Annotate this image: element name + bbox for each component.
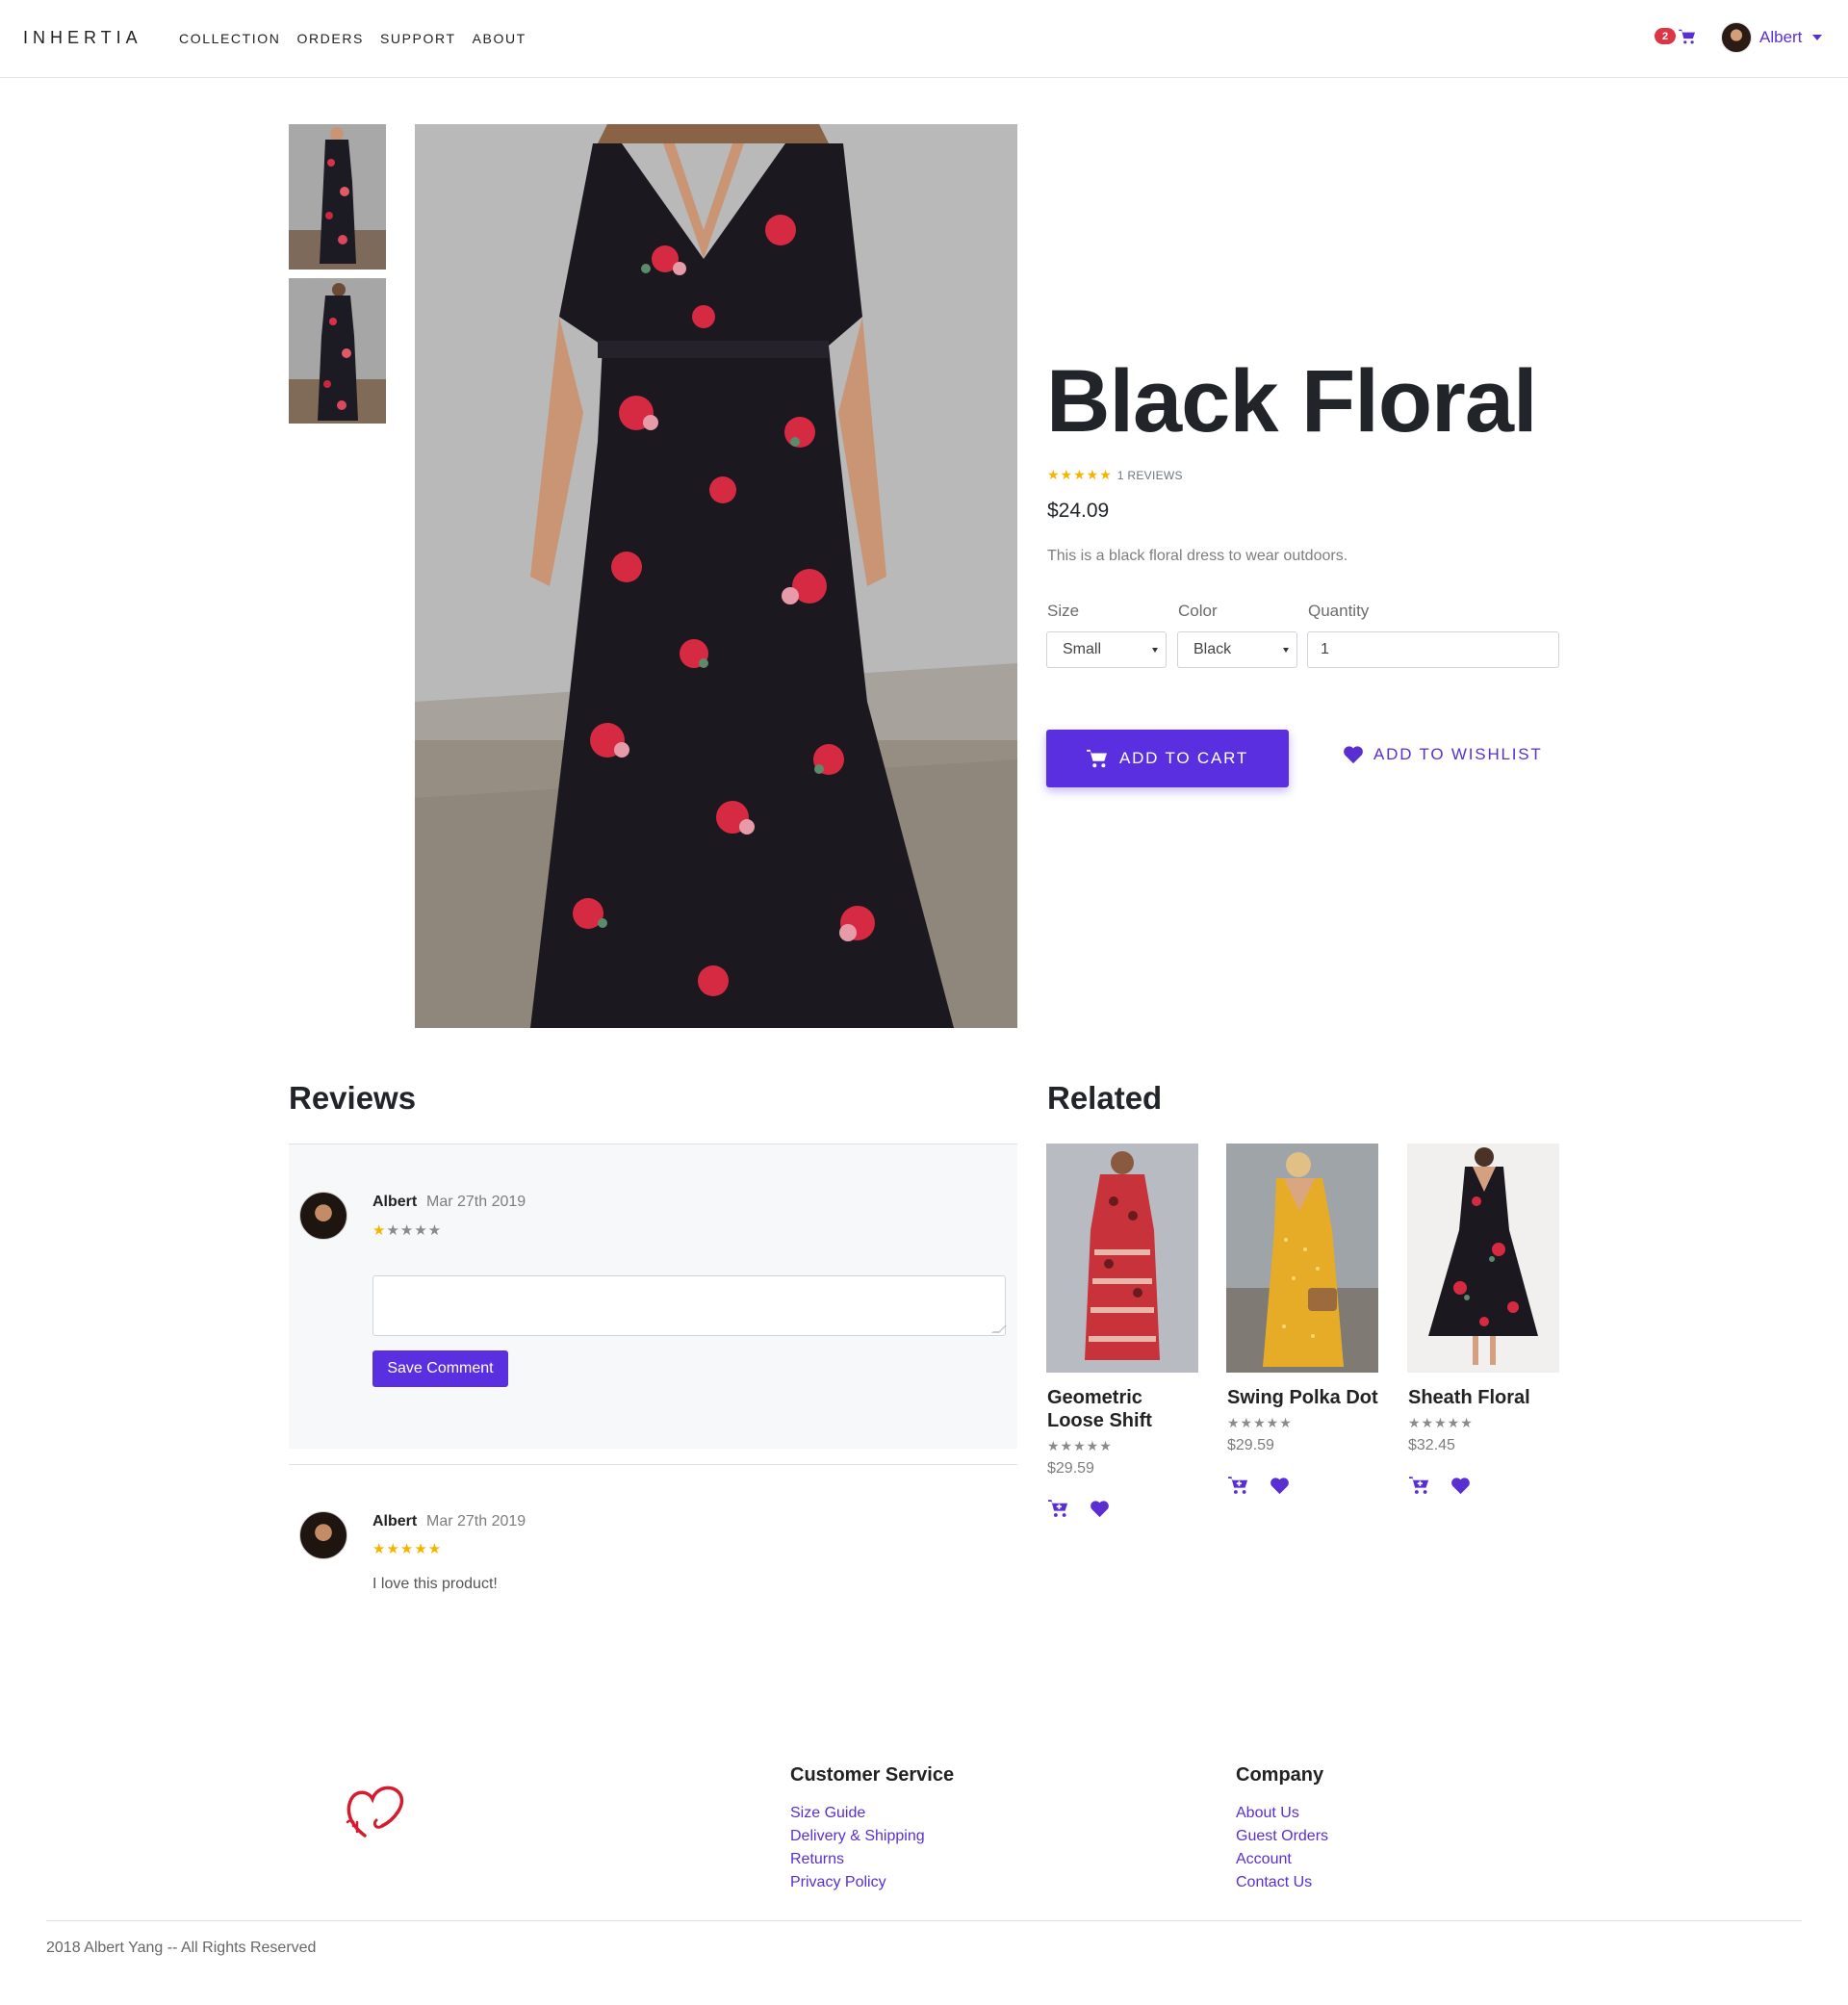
related-product-name[interactable]: Geometric Loose Shift — [1047, 1386, 1192, 1432]
related-product-image[interactable] — [1407, 1144, 1559, 1373]
related-product-name[interactable]: Swing Polka Dot — [1227, 1386, 1381, 1409]
related-product-actions — [1409, 1476, 1471, 1495]
footer-customer-service-links: Size Guide Delivery & Shipping Returns P… — [790, 1804, 925, 1891]
review-date: Mar 27th 2019 — [426, 1513, 526, 1529]
product-rating: ★★★★★ 1 REVIEWS — [1047, 467, 1183, 483]
heart-icon — [1344, 746, 1363, 764]
user-avatar — [1721, 22, 1752, 53]
footer-link-account[interactable]: Account — [1236, 1850, 1328, 1868]
copyright-text: 2018 Albert Yang -- All Rights Reserved — [46, 1940, 317, 1956]
nav-link-support[interactable]: SUPPORT — [380, 31, 456, 46]
add-to-cart-icon[interactable] — [1048, 1499, 1068, 1518]
reviewer-avatar — [299, 1192, 347, 1240]
size-label: Size — [1047, 602, 1080, 620]
cart-icon — [1679, 29, 1695, 43]
comment-textarea[interactable] — [372, 1275, 1007, 1336]
cart-count-badge: 2 — [1655, 28, 1676, 44]
review-text: I love this product! — [372, 1576, 498, 1592]
rating-stars: ★★★★★ — [1047, 467, 1113, 482]
footer-link-guest-orders[interactable]: Guest Orders — [1236, 1827, 1328, 1845]
footer-customer-service-heading: Customer Service — [790, 1764, 955, 1786]
footer-link-about-us[interactable]: About Us — [1236, 1804, 1328, 1822]
user-menu[interactable]: Albert — [1721, 22, 1823, 53]
divider — [289, 1464, 1017, 1465]
cart-button[interactable]: 2 — [1655, 28, 1696, 44]
footer-link-size-guide[interactable]: Size Guide — [790, 1804, 925, 1822]
footer-link-returns[interactable]: Returns — [790, 1850, 925, 1868]
quantity-input[interactable]: 1 — [1307, 631, 1559, 668]
heart-icon[interactable] — [1450, 1477, 1471, 1495]
rating-stars-filled: ★ — [372, 1222, 387, 1239]
chevron-down-icon — [1283, 648, 1289, 653]
brand-logo[interactable]: INHERTIA — [23, 28, 142, 48]
footer-divider — [46, 1920, 1802, 1921]
color-select[interactable]: Black — [1177, 631, 1297, 668]
top-navbar: INHERTIA COLLECTION ORDERS SUPPORT ABOUT… — [0, 0, 1848, 78]
heart-icon[interactable] — [1090, 1500, 1110, 1518]
nav-link-collection[interactable]: COLLECTION — [179, 31, 280, 46]
quantity-label: Quantity — [1308, 602, 1370, 620]
chevron-down-icon — [1812, 35, 1823, 40]
add-to-wishlist-label: ADD TO WISHLIST — [1373, 745, 1543, 763]
chevron-down-icon — [1152, 648, 1158, 653]
related-heading: Related — [1047, 1080, 1163, 1116]
footer-company-links: About Us Guest Orders Account Contact Us — [1236, 1804, 1328, 1891]
add-to-cart-button[interactable]: ADD TO CART — [1046, 730, 1289, 787]
related-product-stars: ★★★★★ — [1408, 1415, 1474, 1430]
save-comment-button[interactable]: Save Comment — [372, 1350, 508, 1387]
related-product-name[interactable]: Sheath Floral — [1408, 1386, 1562, 1409]
reviewer-avatar — [299, 1511, 347, 1559]
footer-link-delivery-shipping[interactable]: Delivery & Shipping — [790, 1827, 925, 1845]
footer-link-privacy-policy[interactable]: Privacy Policy — [790, 1873, 925, 1891]
reviews-count[interactable]: 1 REVIEWS — [1117, 469, 1183, 482]
reviewer-name: Albert — [372, 1513, 418, 1529]
reviews-heading: Reviews — [289, 1080, 417, 1116]
review-rating-stars: ★★★★★ — [372, 1541, 443, 1557]
product-thumbnail-2[interactable] — [289, 278, 386, 424]
related-product-stars: ★★★★★ — [1227, 1415, 1293, 1430]
size-select-value: Small — [1063, 641, 1102, 657]
product-title: Black Floral — [1046, 352, 1538, 450]
heart-icon[interactable] — [1270, 1477, 1290, 1495]
related-product-price: $32.45 — [1408, 1437, 1455, 1453]
color-label: Color — [1178, 602, 1218, 620]
rating-stars-empty: ★★★★ — [386, 1222, 443, 1239]
color-select-value: Black — [1194, 641, 1232, 657]
review-rating-stars: ★★★★★ — [372, 1221, 442, 1239]
product-thumbnail-1[interactable] — [289, 124, 386, 270]
resize-handle-icon[interactable] — [991, 1325, 1007, 1333]
related-product-price: $29.59 — [1227, 1437, 1274, 1453]
add-to-cart-icon[interactable] — [1228, 1476, 1248, 1495]
review-date: Mar 27th 2019 — [426, 1194, 526, 1210]
user-name: Albert — [1759, 28, 1803, 46]
related-product-actions — [1048, 1499, 1110, 1518]
related-product-image[interactable] — [1046, 1144, 1198, 1373]
quantity-input-value: 1 — [1321, 641, 1329, 657]
size-select[interactable]: Small — [1046, 631, 1167, 668]
product-price: $24.09 — [1047, 500, 1110, 522]
nav-link-about[interactable]: ABOUT — [473, 31, 526, 46]
nav-link-orders[interactable]: ORDERS — [296, 31, 364, 46]
footer-company-heading: Company — [1236, 1764, 1324, 1786]
add-to-wishlist-button[interactable]: ADD TO WISHLIST — [1343, 745, 1543, 764]
add-to-cart-icon[interactable] — [1409, 1476, 1429, 1495]
product-description: This is a black floral dress to wear out… — [1047, 548, 1348, 564]
related-product-actions — [1228, 1476, 1290, 1495]
related-product-price: $29.59 — [1047, 1460, 1094, 1477]
related-product-image[interactable] — [1226, 1144, 1378, 1373]
product-main-image — [415, 124, 1017, 1028]
related-product-stars: ★★★★★ — [1047, 1438, 1113, 1453]
footer-link-contact-us[interactable]: Contact Us — [1236, 1873, 1328, 1891]
main-nav: COLLECTION ORDERS SUPPORT ABOUT — [179, 31, 526, 46]
add-to-cart-label: ADD TO CART — [1118, 749, 1249, 767]
cart-icon — [1087, 749, 1107, 768]
reviewer-name: Albert — [372, 1194, 418, 1210]
heart-logo-icon[interactable] — [344, 1766, 405, 1843]
